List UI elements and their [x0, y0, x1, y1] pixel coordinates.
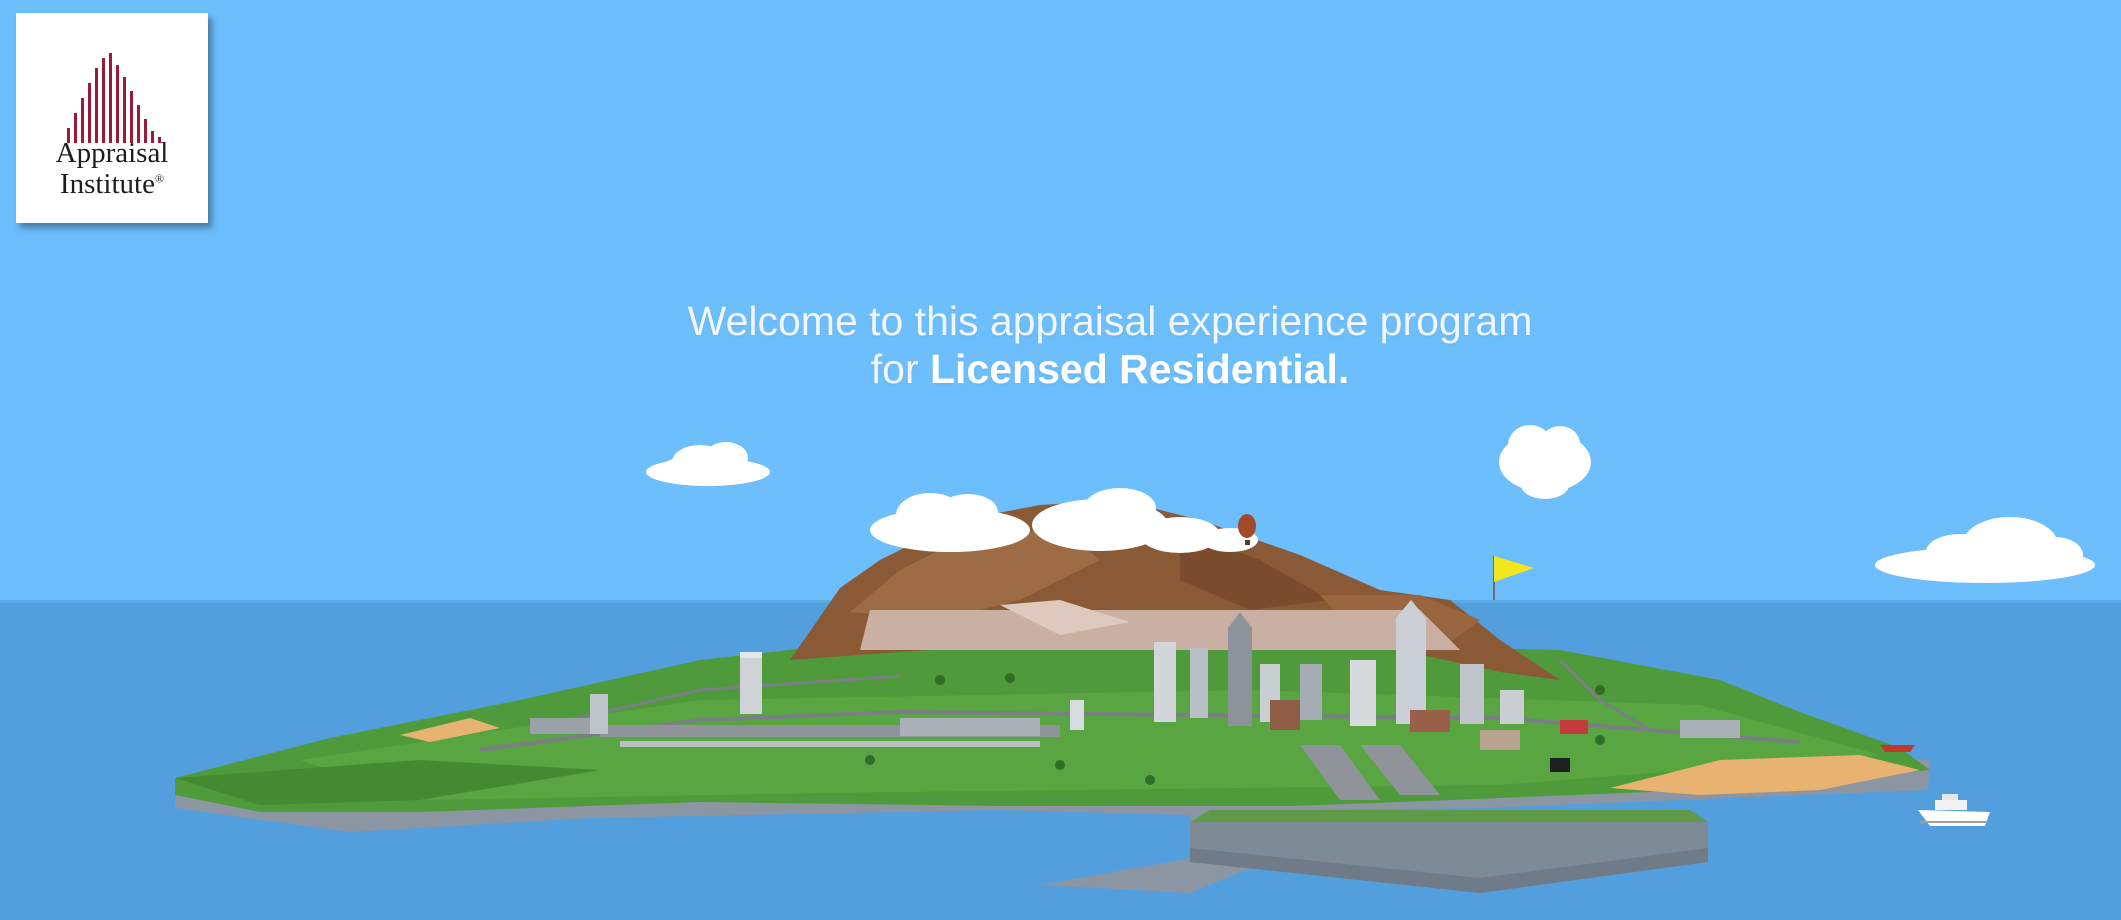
boat-icon	[1880, 745, 1915, 752]
game-stage[interactable]: Appraisal Institute® Welcome to this app…	[0, 0, 2121, 920]
logo-text-line1: Appraisal	[55, 137, 169, 169]
island-scene[interactable]	[0, 0, 2121, 920]
registered-mark: ®	[154, 171, 165, 186]
logo-text-line2: Institute®	[16, 169, 208, 199]
appraisal-institute-logo: Appraisal Institute®	[16, 13, 208, 223]
logo-text-institute: Institute	[59, 168, 155, 200]
welcome-line1: Welcome to this appraisal experience pro…	[687, 298, 1533, 344]
welcome-line2: for Licensed Residential.	[560, 345, 1660, 393]
welcome-message: Welcome to this appraisal experience pro…	[560, 297, 1660, 393]
license-type: Licensed Residential.	[930, 346, 1350, 392]
welcome-line2-prefix: for	[870, 346, 930, 392]
appraisal-institute-bars-icon	[67, 53, 161, 143]
